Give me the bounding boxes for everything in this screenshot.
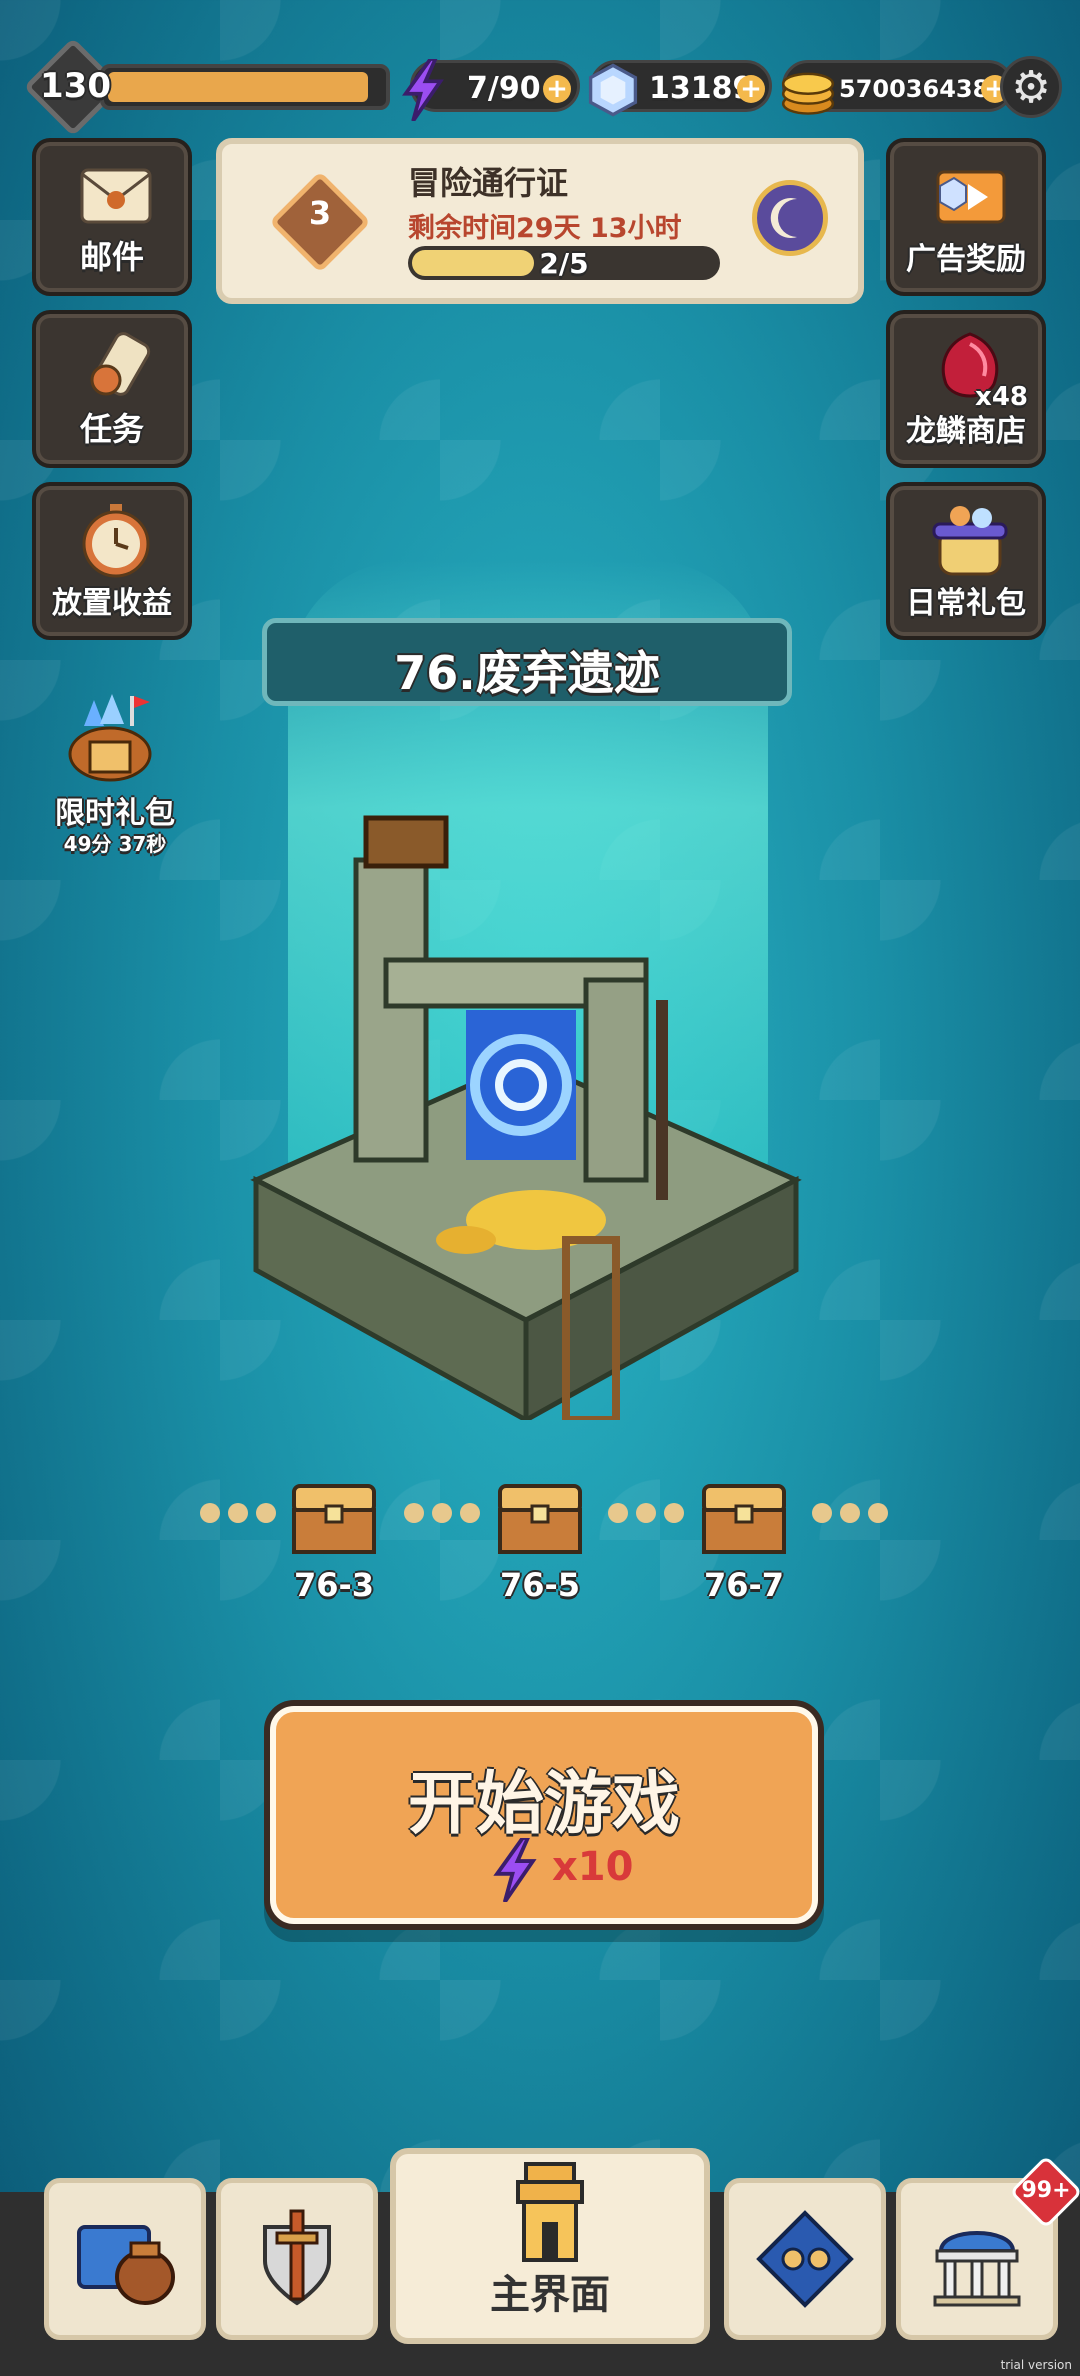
chest-label: 76-5 [499, 1566, 581, 1604]
xp-bar-fill [108, 72, 369, 102]
pass-title: 冒险通行证 [408, 164, 569, 202]
temple-icon [933, 2231, 1021, 2307]
mail-icon [80, 168, 152, 224]
start-game-label: 开始游戏 [407, 1765, 680, 1844]
nav-main-button[interactable]: 主界面 [390, 2148, 710, 2344]
track-dot [608, 1503, 628, 1523]
chest-icon[interactable] [288, 1466, 380, 1558]
pass-level: 3 [308, 194, 332, 232]
track-dot [868, 1503, 888, 1523]
adventure-pass-card[interactable]: 3 冒险通行证 剩余时间29天 13小时 2/5 [216, 138, 864, 304]
coin-value: 570036438 [839, 75, 990, 103]
track-dot [812, 1503, 832, 1523]
coin-stack-icon [781, 72, 835, 115]
track-dot [404, 1503, 424, 1523]
castle-tower-icon [516, 2162, 584, 2262]
idle-reward-button[interactable]: 放置收益 [32, 482, 192, 640]
track-dot [228, 1503, 248, 1523]
energy-counter[interactable]: 7/90 + [402, 59, 580, 121]
dragon-scale-shop-button[interactable]: x48 龙鳞商店 [886, 310, 1046, 468]
track-dot [200, 1503, 220, 1523]
energy-plus-button[interactable]: + [543, 75, 571, 103]
track-dot [256, 1503, 276, 1523]
ruins-island-illustration[interactable] [236, 800, 816, 1420]
chest-label: 76-3 [293, 1566, 375, 1604]
pass-moon-icon[interactable] [752, 180, 828, 256]
stage-name: 76.废弃遗迹 [394, 646, 660, 700]
scroll-icon [90, 332, 151, 396]
treasure-bag-icon [77, 2225, 175, 2305]
track-dot [460, 1503, 480, 1523]
mail-button[interactable]: 邮件 [32, 138, 192, 296]
limited-gift-title[interactable]: 限时礼包 [40, 788, 190, 832]
stage-banner: 76.废弃遗迹 [262, 618, 792, 706]
limited-gift-icon[interactable] [60, 688, 160, 788]
nav-main-label: 主界面 [490, 2272, 610, 2318]
daily-gift-button[interactable]: 日常礼包 [886, 482, 1046, 640]
ad-reward-label: 广告奖励 [906, 242, 1026, 277]
gem-icon [588, 63, 638, 117]
lightning-bolt-icon [402, 59, 444, 121]
track-dot [636, 1503, 656, 1523]
quest-button[interactable]: 任务 [32, 310, 192, 468]
limited-gift-timer: 49分 37秒 [63, 832, 167, 856]
pass-time-left: 剩余时间29天 13小时 [408, 213, 682, 244]
daily-gift-label: 日常礼包 [906, 586, 1026, 621]
pass-progress-text: 2/5 [539, 247, 589, 280]
notification-badge-count: 99+ [1021, 2178, 1071, 2203]
chest-icon[interactable] [698, 1466, 790, 1558]
mail-label: 邮件 [79, 238, 144, 276]
map-puzzle-icon [756, 2210, 854, 2308]
track-dot [432, 1503, 452, 1523]
pass-progress-bar: 2/5 [408, 246, 720, 280]
ad-reward-button[interactable]: 广告奖励 [886, 138, 1046, 296]
player-level: 130 [40, 66, 111, 106]
trial-watermark: trial version [1000, 2358, 1072, 2372]
xp-bar [100, 64, 390, 110]
gem-plus-button[interactable]: + [737, 75, 765, 103]
chest-icon[interactable] [494, 1466, 586, 1558]
idle-reward-label: 放置收益 [52, 586, 172, 621]
coin-counter[interactable]: 570036438 + [781, 60, 1014, 115]
quest-label: 任务 [79, 410, 144, 448]
chest-label: 76-7 [703, 1566, 785, 1604]
nav-shop-button[interactable] [44, 2178, 206, 2340]
start-game-button[interactable]: 开始游戏 x10 [270, 1706, 818, 1924]
lightning-bolt-icon [493, 1838, 537, 1902]
top-bar: 130 7/90 + 13189 + 570036438 + ⚙ [23, 37, 1062, 137]
track-dot [664, 1503, 684, 1523]
track-dot [840, 1503, 860, 1523]
start-energy-cost: x10 [552, 1844, 634, 1890]
nav-map-button[interactable] [724, 2178, 886, 2340]
nav-equipment-button[interactable] [216, 2178, 378, 2340]
gift-pot-icon [932, 506, 1008, 576]
dragon-scale-shop-label: 龙鳞商店 [906, 414, 1026, 449]
gem-counter[interactable]: 13189 + [588, 60, 772, 117]
settings-gear-icon[interactable]: ⚙ [1000, 56, 1062, 118]
tv-icon [936, 170, 1006, 224]
sword-shield-icon [263, 2209, 331, 2306]
stopwatch-icon [82, 504, 150, 578]
energy-value: 7/90 [467, 71, 541, 106]
